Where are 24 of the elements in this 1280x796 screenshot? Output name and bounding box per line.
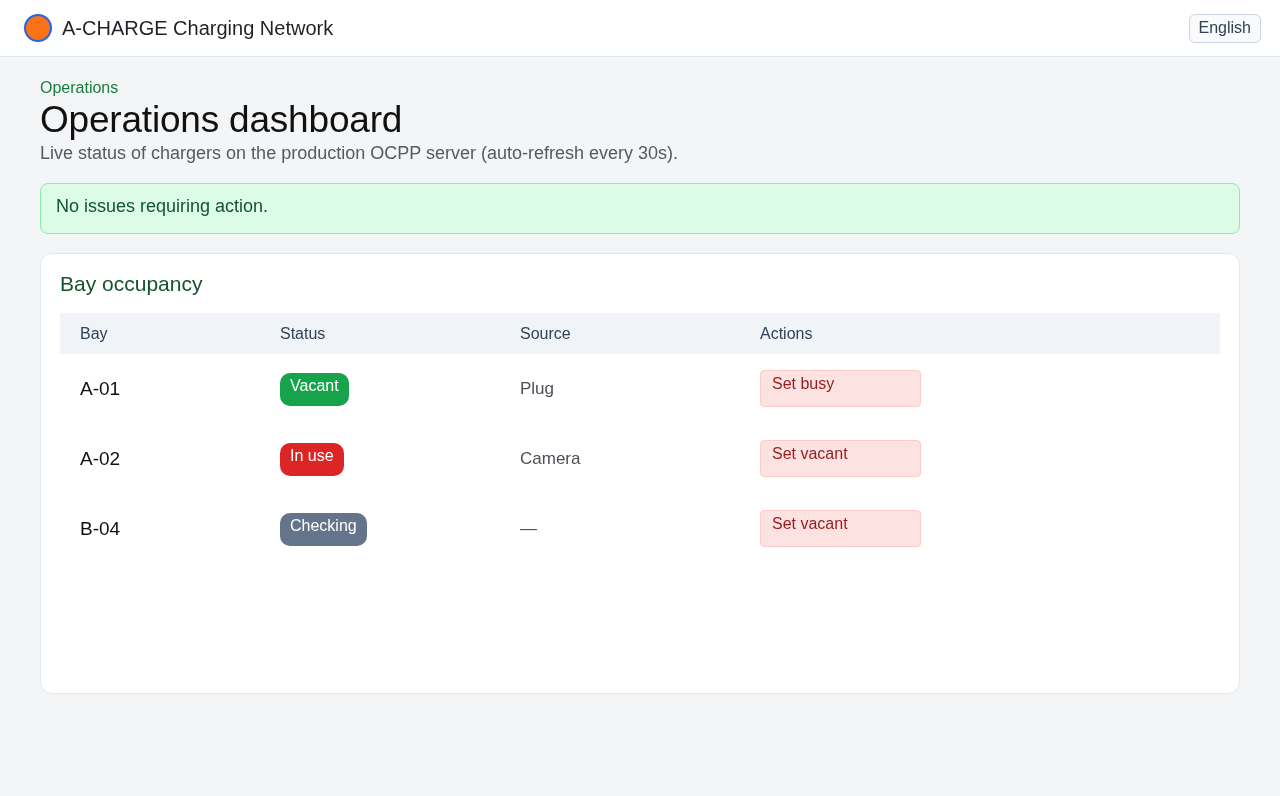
- card-title: Bay occupancy: [60, 271, 203, 297]
- status-badge: Vacant: [280, 372, 349, 406]
- page-title: Operations dashboard: [40, 99, 403, 141]
- bay-id: B-04: [80, 518, 121, 540]
- column-header: Bay: [60, 313, 260, 354]
- source-text: —: [520, 519, 537, 539]
- bay-id: A-01: [80, 378, 121, 400]
- page-subtitle: Live status of chargers on the production OCPP server (auto-refresh every 30s).: [40, 142, 678, 165]
- column-header: Source: [500, 313, 740, 354]
- logo-icon: [24, 14, 52, 42]
- column-header: Status: [260, 313, 500, 354]
- status-alert: No issues requiring action.: [40, 183, 1240, 234]
- bay-id: A-02: [80, 448, 121, 470]
- column-header: Actions: [740, 313, 1220, 354]
- source-text: Plug: [520, 379, 555, 399]
- set-status-button[interactable]: Set vacant: [760, 439, 921, 477]
- source-text: Camera: [520, 449, 581, 469]
- app-title: A-CHARGE Charging Network: [62, 18, 334, 38]
- set-status-button[interactable]: Set busy: [760, 369, 921, 407]
- language-button[interactable]: English: [1188, 13, 1261, 43]
- breadcrumb: Operations: [40, 78, 119, 98]
- status-badge: In use: [280, 442, 344, 476]
- set-status-button[interactable]: Set vacant: [760, 509, 921, 547]
- status-badge: Checking: [280, 512, 367, 546]
